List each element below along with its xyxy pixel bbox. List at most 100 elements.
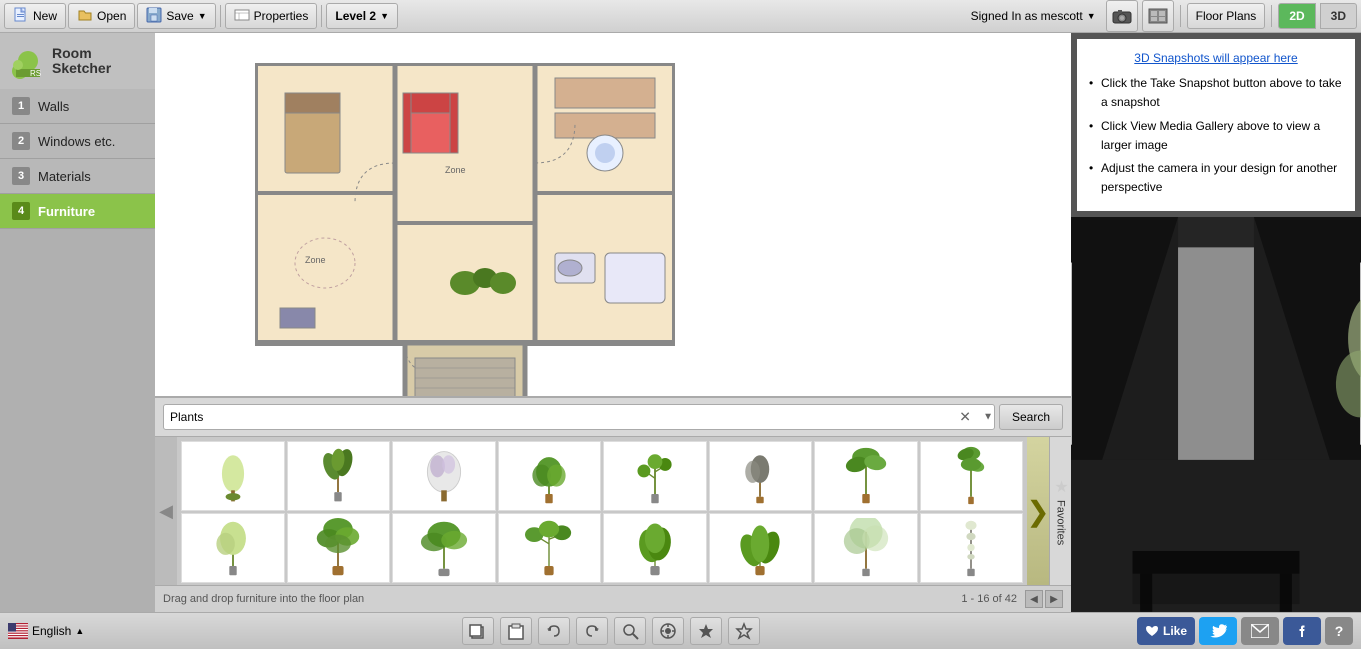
snapshot-title: 3D Snapshots will appear here [1087, 49, 1345, 68]
status-bar: English ▲ [0, 612, 1361, 649]
facebook-button[interactable] [1283, 617, 1321, 645]
left-sidebar: RS RoomSketcher 1 Walls 2 Windows etc. 3… [0, 33, 155, 612]
search-dropdown-button[interactable]: ▼ [983, 412, 993, 423]
furniture-drag-hint: Drag and drop furniture into the floor p… [163, 593, 364, 605]
open-button[interactable]: Open [68, 3, 135, 29]
nav-windows[interactable]: 2 Windows etc. [0, 124, 155, 159]
new-label: New [33, 9, 57, 23]
signed-in-area[interactable]: Signed In as mescott ▼ [971, 9, 1096, 23]
like-button[interactable]: Like [1137, 617, 1195, 645]
furniture-item[interactable] [709, 513, 813, 583]
save-icon [146, 7, 162, 26]
language-selector[interactable]: English ▲ [8, 623, 84, 639]
level-dropdown-icon: ▼ [380, 11, 389, 21]
nav-materials[interactable]: 3 Materials [0, 159, 155, 194]
special-button[interactable] [690, 617, 722, 645]
level-label: Level 2 [335, 9, 376, 23]
furniture-item[interactable] [603, 513, 707, 583]
furniture-grid-wrap: ◀ [155, 437, 1071, 585]
camera-button[interactable] [1106, 0, 1138, 32]
open-icon [77, 7, 93, 26]
search-clear-button[interactable]: ✕ [959, 409, 971, 426]
signed-in-dropdown: ▼ [1087, 11, 1096, 21]
next-page-button[interactable]: ❯ [1027, 437, 1049, 585]
floor-plan-svg: Zone Zone Zone Zone Zone Zone [255, 63, 675, 423]
save-label: Save [166, 9, 193, 23]
prev-page-button[interactable]: ◀ [155, 437, 177, 585]
undo-button[interactable] [538, 617, 570, 645]
settings-button[interactable] [728, 617, 760, 645]
save-dropdown-icon[interactable]: ▼ [198, 11, 207, 21]
language-label: English [32, 624, 71, 638]
furniture-item[interactable] [920, 513, 1024, 583]
email-button[interactable] [1241, 617, 1279, 645]
save-button[interactable]: Save ▼ [137, 3, 215, 29]
mode-2d-button[interactable]: 2D [1278, 3, 1315, 29]
furniture-item[interactable] [709, 441, 813, 511]
flag-icon [8, 623, 28, 639]
svg-text:Zone: Zone [445, 165, 466, 175]
furniture-item[interactable] [498, 513, 602, 583]
search-button[interactable]: Search [999, 404, 1063, 430]
furniture-status-bar: Drag and drop furniture into the floor p… [155, 585, 1071, 612]
snapshot-bullet-3: Adjust the camera in your design for ano… [1087, 159, 1345, 197]
furniture-item[interactable] [603, 441, 707, 511]
properties-icon [234, 7, 250, 26]
scroll-buttons: ◀ ▶ [1025, 590, 1063, 608]
furniture-item[interactable] [287, 441, 391, 511]
search-input[interactable] [163, 404, 995, 430]
star-icon: ★ [1051, 477, 1070, 496]
furniture-item[interactable] [814, 441, 918, 511]
favorites-tab[interactable]: ★ Favorites [1049, 437, 1071, 585]
right-panel: 3D Snapshots will appear here Click the … [1071, 33, 1361, 612]
interior-preview-svg [1071, 217, 1361, 612]
furniture-item[interactable] [392, 441, 496, 511]
separator [220, 5, 221, 27]
search-bar: ✕ ▼ Search [155, 398, 1071, 437]
copy-button[interactable] [462, 617, 494, 645]
furniture-item[interactable] [392, 513, 496, 583]
separator4 [1271, 5, 1272, 27]
zoom-button[interactable] [614, 617, 646, 645]
toolbar: New Open Save ▼ Properties Level 2 ▼ Sig… [0, 0, 1361, 33]
furniture-item[interactable] [920, 441, 1024, 511]
furniture-count: 1 - 16 of 42 [961, 593, 1017, 605]
language-dropdown-icon: ▲ [75, 626, 84, 636]
nav-furniture[interactable]: 4 Furniture [0, 194, 155, 229]
nav-walls[interactable]: 1 Walls [0, 89, 155, 124]
furniture-item[interactable] [181, 441, 285, 511]
furniture-item[interactable] [498, 441, 602, 511]
snapshot-bullet-2: Click View Media Gallery above to view a… [1087, 117, 1345, 155]
separator3 [1180, 5, 1181, 27]
new-button[interactable]: New [4, 3, 66, 29]
svg-text:Zone: Zone [305, 255, 326, 265]
social-bar: Like ? [1137, 617, 1353, 645]
level-selector[interactable]: Level 2 ▼ [326, 3, 398, 29]
furniture-item[interactable] [814, 513, 918, 583]
open-label: Open [97, 9, 126, 23]
redo-button[interactable] [576, 617, 608, 645]
floor-plans-button[interactable]: Floor Plans [1187, 3, 1266, 29]
help-button[interactable]: ? [1325, 617, 1353, 645]
logo-area: RS RoomSketcher [0, 33, 155, 89]
snapshot-bullets: Click the Take Snapshot button above to … [1087, 74, 1345, 197]
furniture-item[interactable] [287, 513, 391, 583]
logo-text: RoomSketcher [52, 46, 111, 77]
properties-label: Properties [254, 9, 309, 23]
tools-button[interactable] [652, 617, 684, 645]
scroll-right-button[interactable]: ▶ [1045, 590, 1063, 608]
properties-button[interactable]: Properties [225, 3, 318, 29]
new-icon [13, 7, 29, 26]
right-toolbar: Floor Plans 2D 3D [1106, 0, 1357, 32]
floor-plans-label: Floor Plans [1196, 9, 1257, 23]
mode-3d-button[interactable]: 3D [1320, 3, 1357, 29]
scroll-left-button[interactable]: ◀ [1025, 590, 1043, 608]
gallery-button[interactable] [1142, 0, 1174, 32]
snapshot-bullet-1: Click the Take Snapshot button above to … [1087, 74, 1345, 112]
preview-image [1071, 217, 1361, 612]
twitter-button[interactable] [1199, 617, 1237, 645]
main-area: RS RoomSketcher 1 Walls 2 Windows etc. 3… [0, 33, 1361, 649]
furniture-item[interactable] [181, 513, 285, 583]
search-input-wrap: ✕ ▼ [163, 404, 995, 430]
paste-button[interactable] [500, 617, 532, 645]
